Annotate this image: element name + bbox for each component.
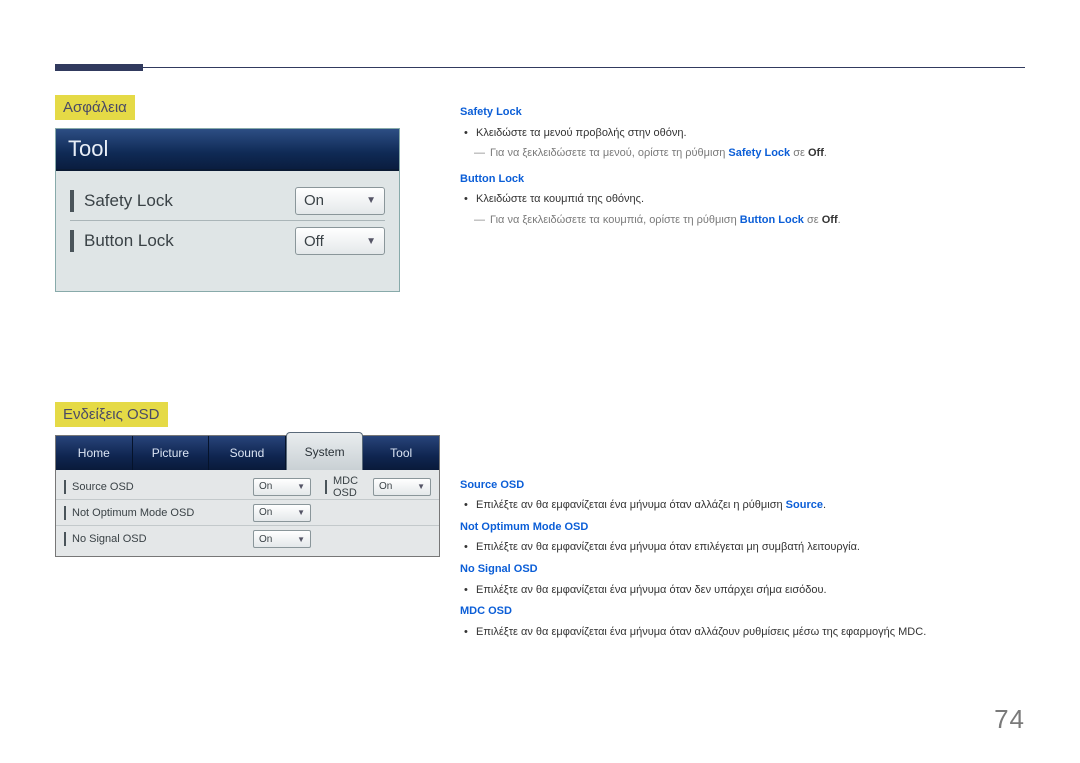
feature-sub-note: Για να ξεκλειδώσετε τα κουμπιά, ορίστε τ… [460,212,1030,230]
right-column: Safety Lock Κλειδώστε τα μενού προβολής … [460,100,1030,644]
osd-sys-label: Source OSD [72,481,253,493]
feature-bullet: Κλειδώστε τα κουμπιά της οθόνης. [460,191,1030,209]
feature-title-safety-lock: Safety Lock [460,104,1030,122]
osd-tool-title: Tool [56,129,399,171]
osd-sys-row: Not Optimum Mode OSD On▼ [56,500,439,526]
row-marker-icon [64,532,66,546]
chevron-down-icon: ▼ [366,236,376,247]
heading-osd-indications: Ενδείξεις OSD [55,402,168,427]
row-marker-icon [325,480,327,494]
tab-picture[interactable]: Picture [133,436,210,470]
osd-row-label: Button Lock [84,231,295,251]
feature-title-not-optimum: Not Optimum Mode OSD [460,519,1030,537]
tab-sound[interactable]: Sound [209,436,286,470]
feature-sub-note: Για να ξεκλειδώσετε τα μενού, ορίστε τη … [460,145,1030,163]
row-marker-icon [64,480,66,494]
osd-sys-label: No Signal OSD [72,533,253,545]
osd-sys-row: Source OSD On▼ MDC OSD On▼ [56,474,439,500]
page-number: 74 [994,704,1025,735]
dropdown-value: Off [304,233,324,250]
feature-title-source-osd: Source OSD [460,477,1030,495]
source-osd-dropdown[interactable]: On▼ [253,478,311,496]
osd-sys-label: MDC OSD [333,475,373,499]
osd-row-label: Safety Lock [84,191,295,211]
feature-title-button-lock: Button Lock [460,171,1030,189]
feature-bullet: Επιλέξτε αν θα εμφανίζεται ένα μήνυμα ότ… [460,539,1030,557]
osd-row-safety-lock: Safety Lock On ▼ [70,181,385,221]
row-marker-icon [70,190,74,212]
osd-tool-panel: Tool Safety Lock On ▼ Button Lock Off ▼ [55,128,400,292]
feature-title-no-signal: No Signal OSD [460,561,1030,579]
feature-bullet: Επιλέξτε αν θα εμφανίζεται ένα μήνυμα ότ… [460,624,1030,642]
chevron-down-icon: ▼ [417,482,425,491]
row-marker-icon [64,506,66,520]
osd-sys-row: No Signal OSD On▼ [56,526,439,552]
osd-row-button-lock: Button Lock Off ▼ [70,221,385,261]
no-signal-dropdown[interactable]: On▼ [253,530,311,548]
button-lock-dropdown[interactable]: Off ▼ [295,227,385,255]
feature-bullet: Κλειδώστε τα μενού προβολής στην οθόνη. [460,125,1030,143]
safety-lock-dropdown[interactable]: On ▼ [295,187,385,215]
tab-home[interactable]: Home [56,436,133,470]
chevron-down-icon: ▼ [366,195,376,206]
chevron-down-icon: ▼ [297,535,305,544]
feature-bullet: Επιλέξτε αν θα εμφανίζεται ένα μήνυμα ότ… [460,497,1030,515]
dropdown-value: On [304,192,324,209]
mdc-osd-dropdown[interactable]: On▼ [373,478,431,496]
left-column: Ασφάλεια Tool Safety Lock On ▼ Button Lo… [55,95,440,557]
feature-title-mdc-osd: MDC OSD [460,603,1030,621]
page-header-rule [55,50,1025,68]
osd-tabs: Home Picture Sound System Tool [56,436,439,470]
not-optimum-dropdown[interactable]: On▼ [253,504,311,522]
chevron-down-icon: ▼ [297,482,305,491]
feature-bullet: Επιλέξτε αν θα εμφανίζεται ένα μήνυμα ότ… [460,582,1030,600]
row-marker-icon [70,230,74,252]
osd-system-panel: Home Picture Sound System Tool Source OS… [55,435,440,557]
heading-security: Ασφάλεια [55,95,135,120]
chevron-down-icon: ▼ [297,508,305,517]
tab-system[interactable]: System [286,432,364,470]
tab-tool[interactable]: Tool [363,436,439,470]
osd-sys-label: Not Optimum Mode OSD [72,507,253,519]
